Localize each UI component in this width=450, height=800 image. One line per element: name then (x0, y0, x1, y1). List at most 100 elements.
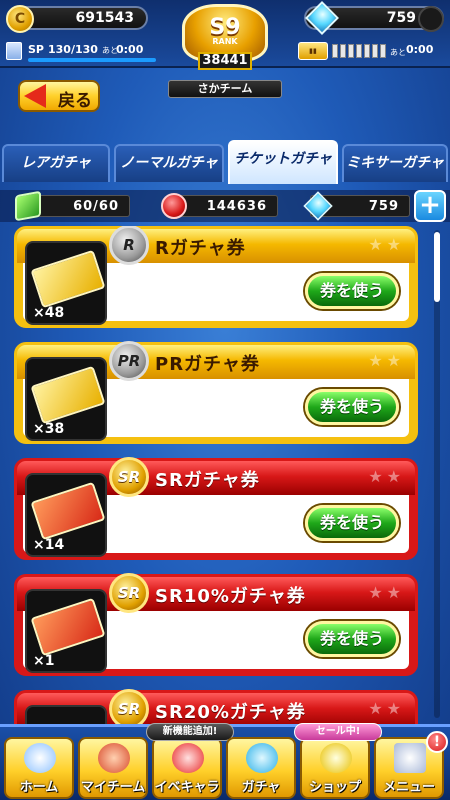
list-scrollbar[interactable] (434, 230, 440, 718)
rarity-badge: SR (109, 573, 149, 613)
gem-dark-icon (418, 6, 444, 32)
shop-icon (320, 743, 352, 773)
ticket-thumbnail: ×38 (25, 357, 107, 441)
rarity-badge: SR (109, 457, 149, 497)
green-resource: 60/60 (15, 190, 130, 222)
ticket-remaining-label: あと (390, 48, 406, 57)
gacha-icon (246, 743, 278, 773)
ticket-card-sr20: ★★ SR20%ガチャ券 SR (14, 689, 418, 724)
ticket-card-sr: ★★ SRガチャ券 券を使う SR ×14 (14, 457, 418, 560)
team-name: さかチーム (168, 80, 282, 98)
ticket-image (30, 481, 106, 541)
tab-rare-gacha[interactable]: レアガチャ (2, 144, 110, 182)
tab-ticket-gacha[interactable]: チケットガチャ (228, 140, 338, 184)
gem-counter: 759 (304, 1, 444, 35)
rarity-badge: PR (109, 341, 149, 381)
ticket-count: ×48 (33, 305, 65, 321)
ticket-thumbnail (25, 705, 107, 724)
bottom-navigation: ホーム マイチーム 新機能追加! イベキャラ ガチャ セール中! ショップ ! … (0, 723, 450, 800)
use-ticket-button[interactable]: 券を使う (305, 505, 399, 541)
ticket-image (30, 249, 106, 309)
sp-label: SP (28, 43, 44, 56)
green-cube-icon (15, 190, 41, 222)
rank-word: RANK (212, 37, 238, 46)
nav-shop[interactable]: セール中! ショップ (294, 723, 382, 799)
back-arrow-icon (24, 84, 46, 108)
red-resource: 144636 (161, 193, 278, 219)
red-resource-value: 144636 (206, 199, 267, 214)
scrollbar-thumb[interactable] (434, 232, 440, 302)
card-title: SR20%ガチャ券 (155, 702, 306, 723)
nav-menu-label: メニュー (382, 780, 435, 795)
event-character-icon (172, 743, 204, 773)
sp-card-icon (6, 42, 22, 60)
ticket-count: ×14 (33, 537, 65, 553)
resource-row: 60/60 144636 759 + (0, 190, 450, 222)
gem-resource-value: 759 (368, 199, 399, 214)
coin-counter: C 691543 (6, 5, 148, 33)
stars-decoration: ★★ (368, 583, 405, 602)
ticket-thumbnail: ×48 (25, 241, 107, 325)
stars-decoration: ★★ (368, 699, 405, 718)
nav-my-team[interactable]: マイチーム (78, 737, 148, 799)
sp-value: 130/130 (48, 43, 98, 56)
rarity-badge: SR (109, 689, 149, 724)
use-ticket-button[interactable]: 券を使う (305, 389, 399, 425)
nav-home[interactable]: ホーム (4, 737, 74, 799)
nav-event-chara-label: イベキャラ (154, 780, 220, 795)
ticket-count: ×38 (33, 421, 65, 437)
ticket-card-sr10: ★★ SR10%ガチャ券 券を使う SR ×1 (14, 573, 418, 676)
ticket-stamina: ▮▮ あと 0:00 (298, 40, 446, 62)
back-label: 戻る (58, 91, 92, 111)
stars-decoration: ★★ (368, 235, 405, 254)
ticket-card-r: ★★ Rガチャ券 券を使う R ×48 (14, 226, 418, 328)
sp-timer: 0:00 (116, 43, 144, 56)
rank-score: 38441 (198, 52, 252, 70)
ticket-image (30, 597, 106, 657)
red-ball-icon (161, 193, 187, 219)
ticket-thumbnail: ×14 (25, 473, 107, 557)
card-title: PRガチャ券 (155, 354, 260, 375)
sale-tag: セール中! (294, 723, 382, 741)
gem-icon (305, 1, 339, 35)
sp-bar (28, 58, 156, 62)
diamond-icon (303, 191, 333, 221)
team-icon (98, 743, 130, 773)
ticket-bars (332, 44, 386, 58)
stars-decoration: ★★ (368, 467, 405, 486)
ticket-count: ×1 (33, 653, 55, 669)
add-gems-button[interactable]: + (414, 190, 446, 222)
tab-normal-gacha[interactable]: ノーマルガチャ (114, 144, 224, 182)
green-resource-value: 60/60 (73, 199, 119, 214)
nav-gacha[interactable]: ガチャ (226, 737, 296, 799)
rarity-badge: R (109, 226, 149, 265)
ticket-card-pr: ★★ PRガチャ券 券を使う PR ×38 (14, 341, 418, 444)
ticket-icon: ▮▮ (298, 42, 328, 60)
card-title: Rガチャ券 (155, 238, 246, 259)
menu-notice-badge: ! (426, 731, 448, 753)
gacha-tabs: レアガチャ ノーマルガチャ チケットガチャ ミキサーガチャ (0, 140, 450, 184)
nav-menu[interactable]: ! メニュー (374, 731, 448, 799)
rank-emblem[interactable]: S9 RANK 38441 (170, 0, 280, 80)
ticket-timer: 0:00 (406, 43, 434, 56)
coin-icon: C (6, 5, 34, 33)
nav-shop-label: ショップ (308, 780, 361, 795)
menu-icon (394, 743, 426, 773)
nav-event-chara[interactable]: 新機能追加! イベキャラ (146, 723, 234, 799)
nav-home-label: ホーム (19, 780, 59, 795)
coin-value: 691543 (75, 10, 134, 26)
nav-gacha-label: ガチャ (241, 780, 281, 795)
use-ticket-button[interactable]: 券を使う (305, 621, 399, 657)
nav-my-team-label: マイチーム (80, 780, 146, 795)
gem-resource: 759 (303, 191, 410, 221)
back-button[interactable]: 戻る (18, 80, 100, 112)
card-title: SR10%ガチャ券 (155, 586, 306, 607)
use-ticket-button[interactable]: 券を使う (305, 273, 399, 309)
card-title: SRガチャ券 (155, 470, 260, 491)
new-feature-tag: 新機能追加! (146, 723, 234, 741)
ticket-image (30, 365, 106, 425)
gem-value: 759 (386, 10, 416, 26)
tab-mixer-gacha[interactable]: ミキサーガチャ (342, 144, 448, 182)
ticket-list: ★★ Rガチャ券 券を使う R ×48 ★★ PRガチャ券 券を使う PR ×3… (0, 226, 430, 724)
home-icon (24, 743, 56, 773)
